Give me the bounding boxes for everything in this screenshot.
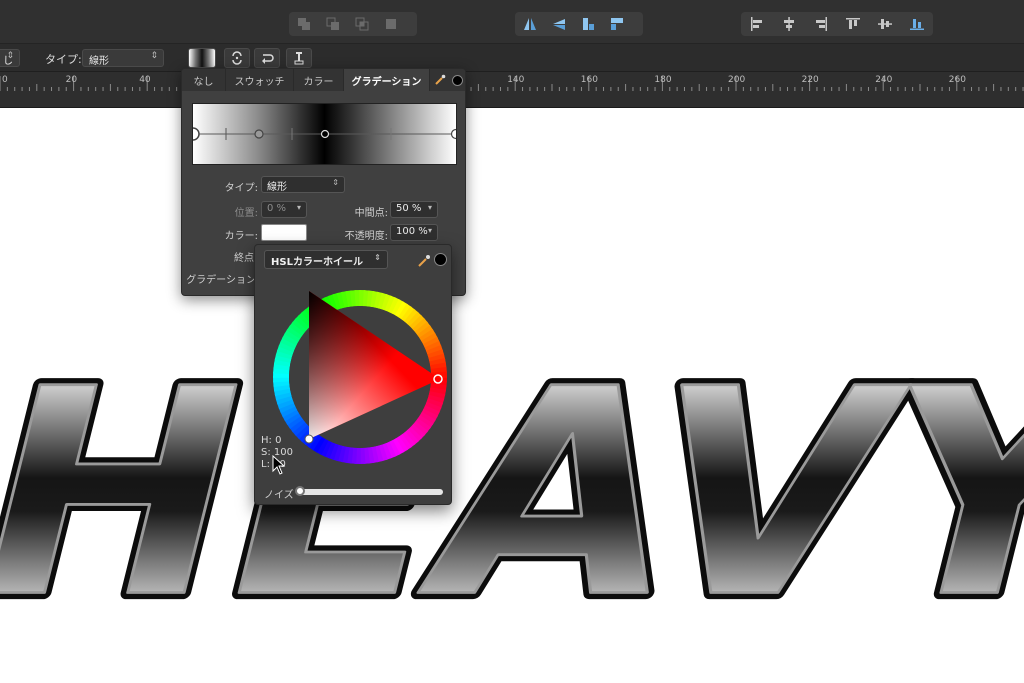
- context-toolbar: し ⇕ タイプ: 線形 ⇕: [0, 44, 1024, 72]
- hue-readout: H: 0: [261, 435, 282, 446]
- type-label: タイプ:: [224, 183, 258, 194]
- ruler-label: 180: [654, 75, 671, 85]
- heavy-text-inner-stroke: HEAVY: [0, 329, 1024, 661]
- boolean-ops-group: [289, 12, 417, 36]
- chevron-updown-icon: ⇕: [332, 178, 339, 187]
- eyedropper-icon[interactable]: [417, 253, 431, 267]
- noise-slider-track[interactable]: [297, 489, 443, 495]
- align-group: [741, 12, 933, 36]
- noise-label: ノイズ: [264, 490, 294, 501]
- mouse-cursor-icon: [272, 455, 286, 475]
- fill-mode-dropdown[interactable]: し ⇕: [0, 49, 20, 67]
- union-icon[interactable]: [289, 12, 318, 36]
- ruler-label: 140: [507, 75, 524, 85]
- ruler-label: 0: [2, 75, 8, 85]
- opacity-label: 不透明度:: [344, 231, 388, 242]
- tab-swatches[interactable]: スウォッチ: [226, 69, 294, 91]
- chevron-down-icon: ▾: [296, 203, 301, 212]
- subtract-icon[interactable]: [318, 12, 347, 36]
- divide-icon[interactable]: [376, 12, 405, 36]
- endpoint-label: 終点: [234, 253, 254, 264]
- intersect-icon[interactable]: [347, 12, 376, 36]
- gradient-editor[interactable]: [186, 103, 462, 165]
- aspect-lock-icon[interactable]: [286, 48, 312, 68]
- ruler-label: 40: [139, 75, 151, 85]
- triangle-handle[interactable]: [304, 434, 314, 444]
- align-center-icon[interactable]: [773, 12, 805, 36]
- gradient-stop: [320, 129, 330, 139]
- horizontal-ruler[interactable]: 0 20 40 140 160 180 200 220 240 260: [0, 72, 1024, 108]
- gradient-type-value: 線形: [267, 182, 287, 193]
- document-canvas[interactable]: HEAVY HEAVY: [0, 108, 1024, 683]
- tab-color[interactable]: カラー: [294, 69, 344, 91]
- ruler-label: 240: [875, 75, 892, 85]
- chevron-updown-icon: ⇕: [150, 51, 158, 61]
- align-bottom-icon[interactable]: [901, 12, 933, 36]
- eyedropper-icon[interactable]: [430, 69, 450, 91]
- midpoint-value: 50 %: [396, 203, 422, 214]
- rotate-left-icon[interactable]: [573, 12, 602, 36]
- ruler-label: 20: [66, 75, 78, 85]
- chevron-updown-icon: ⇕: [374, 253, 381, 262]
- opacity-field[interactable]: 100 % ▾: [390, 224, 438, 241]
- type-dropdown[interactable]: 線形 ⇕: [82, 49, 164, 67]
- gradient-stop: [254, 129, 264, 139]
- position-label: 位置:: [234, 208, 258, 219]
- ruler-label: 200: [728, 75, 745, 85]
- type-label: タイプ:: [45, 53, 82, 66]
- noise-slider-thumb[interactable]: [295, 486, 305, 496]
- align-left-icon[interactable]: [741, 12, 773, 36]
- position-field: 0 % ▾: [261, 201, 307, 218]
- ruler-label: 160: [581, 75, 598, 85]
- current-color-swatch[interactable]: [450, 69, 465, 91]
- color-model-value: HSLカラーホイール: [271, 257, 363, 268]
- tab-gradient[interactable]: グラデーション: [344, 69, 430, 91]
- midpoint-field[interactable]: 50 % ▾: [390, 201, 438, 218]
- flip-horizontal-icon[interactable]: [515, 12, 544, 36]
- gradient-stop-end: [450, 128, 462, 140]
- gradient-swatch-button[interactable]: [188, 48, 216, 68]
- opacity-value: 100 %: [396, 226, 428, 237]
- gradient-type-select[interactable]: 線形 ⇕: [261, 176, 345, 193]
- current-color-swatch[interactable]: [434, 253, 447, 266]
- color-model-select[interactable]: HSLカラーホイール ⇕: [264, 250, 388, 269]
- color-label: カラー:: [224, 231, 258, 242]
- align-right-icon[interactable]: [805, 12, 837, 36]
- heavy-text-artwork[interactable]: HEAVY HEAVY: [0, 108, 1024, 683]
- flip-vertical-icon[interactable]: [544, 12, 573, 36]
- midpoint-label: 中間点:: [354, 208, 388, 219]
- tab-none[interactable]: なし: [182, 69, 226, 91]
- align-top-icon[interactable]: [837, 12, 869, 36]
- gradient-stop-start: [186, 127, 200, 141]
- ruler-label: 260: [949, 75, 966, 85]
- position-value: 0 %: [267, 203, 287, 214]
- top-toolbar: [0, 0, 1024, 44]
- hsl-color-wheel[interactable]: [272, 289, 448, 465]
- chevron-updown-icon: ⇕: [6, 51, 14, 61]
- rotate-right-icon[interactable]: [602, 12, 631, 36]
- gradation-label: グラデーション: [186, 275, 256, 286]
- fill-tabbar: なし スウォッチ カラー グラデーション: [182, 69, 465, 91]
- align-middle-icon[interactable]: [869, 12, 901, 36]
- chevron-down-icon: ▾: [427, 203, 432, 212]
- chevron-down-icon: ▾: [427, 226, 432, 235]
- flip-rotate-group: [515, 12, 643, 36]
- reverse-gradient-icon[interactable]: [224, 48, 250, 68]
- color-swatch-button[interactable]: [261, 224, 307, 241]
- rotate-gradient-icon[interactable]: [254, 48, 280, 68]
- ruler-label: 220: [802, 75, 819, 85]
- type-value: 線形: [89, 56, 109, 67]
